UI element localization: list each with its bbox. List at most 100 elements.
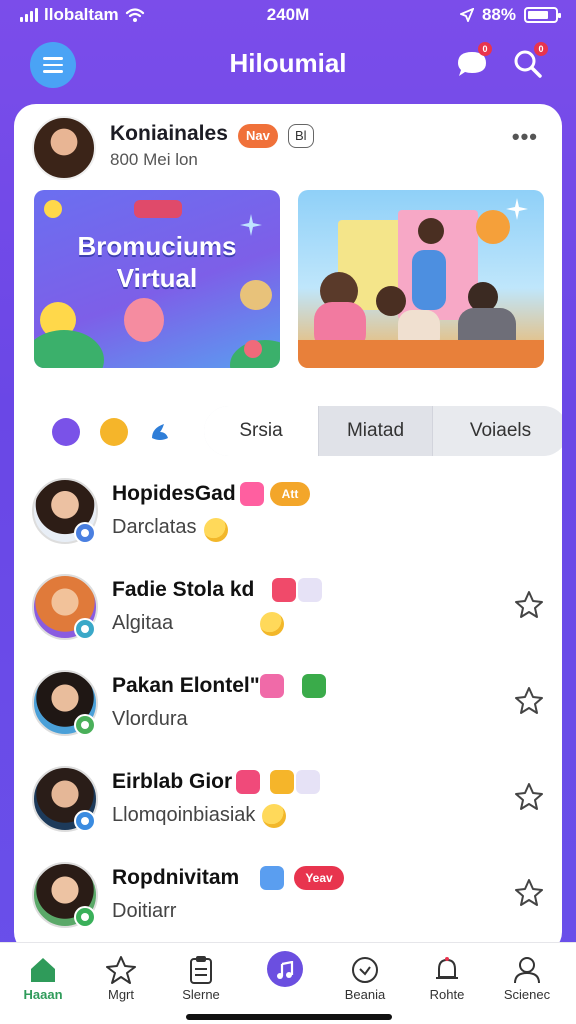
list-item-name: Pakan Elontel" [112,674,260,697]
segment-srsia[interactable]: Srsia [204,406,318,456]
cross-icon [270,770,294,794]
nav-activity[interactable]: Beania [324,949,406,1009]
status-bar: llobaltam 240M 88% [0,0,576,32]
music-note-icon [296,770,320,794]
main-card: Koniainales Nav Bl 800 Mei lon ••• Bromu… [14,104,562,954]
status-badge [74,810,96,832]
star-icon [106,956,136,984]
list-item-subtitle: Algitaa [112,612,174,634]
nav-label: Haaan [23,987,63,1002]
media-icon [272,578,296,602]
list-item-name: Eirblab Gior [112,770,233,793]
status-badge [74,906,96,928]
list-item-subtitle: Vlordura [112,708,188,730]
star-outline-icon[interactable] [512,588,546,622]
list-item-badge: Att [270,482,310,506]
segment-miatad[interactable]: Miatad [318,406,432,456]
list-item-name: Fadie Stola kd [112,578,255,601]
battery-icon [524,7,561,23]
list-item[interactable]: Eirblab Gior Llomqoinbiasiak [14,760,562,856]
nav-home[interactable]: Haaan [2,949,84,1009]
profile-tag-primary: Nav [238,124,278,148]
nav-label: Rohte [429,987,465,1002]
bell-icon [436,957,458,979]
segment-voiaels[interactable]: Voiaels [432,406,562,456]
smile-emoji-icon [260,612,284,636]
list-item-subtitle: Llomqoinbiasiak [112,804,256,826]
banner-family[interactable] [298,190,544,368]
more-options-button[interactable]: ••• [512,124,538,150]
chat-badge: 0 [478,42,492,56]
profile-avatar[interactable] [32,116,96,180]
profile-tag-secondary: Bl [288,124,314,148]
profile-subtitle: 800 Mei lon [110,150,198,169]
search-badge: 0 [534,42,548,56]
sparkle-icon [506,198,528,220]
home-indicator[interactable] [186,1014,392,1020]
list-item-name: Ropdnivitam [112,866,240,889]
battery-percent: 88% [481,5,516,24]
instagram-icon [240,482,264,506]
star-outline-icon[interactable] [512,876,546,910]
smile-emoji-icon [262,804,286,828]
clock-icon [352,957,378,983]
note-icon [302,674,326,698]
list-item-badge: Yeav [294,866,344,890]
app-header: Hiloumial 0 0 [0,36,576,92]
heart-icon [236,770,260,794]
sun-icon [44,200,62,218]
music-note-icon [298,578,322,602]
character-icon [124,298,164,342]
toy-icon [134,200,182,218]
filter-row: Srsia Miatad Voiaels [34,406,562,458]
location-icon [459,8,474,22]
profile-icon [514,957,540,984]
creature-icon [240,280,272,310]
flower-icon [244,340,262,358]
bush-icon [34,330,104,368]
star-outline-icon[interactable] [512,780,546,814]
list-item-subtitle: Doitiarr [112,900,177,922]
leaf-filter-icon[interactable] [146,418,174,446]
status-badge [74,618,96,640]
list-item-subtitle: Darclatas [112,516,197,538]
list-item-name: HopidesGad [112,482,236,505]
gift-icon [260,674,284,698]
person-illustration [376,286,406,316]
music-icon [267,951,303,987]
list-item[interactable]: HopidesGad Att Darclatas [14,472,562,568]
nav-label: Slerne [182,987,220,1002]
status-badge [74,714,96,736]
profile-name: Koniainales [110,122,228,145]
nav-music[interactable] [244,949,326,1009]
list-item[interactable]: Fadie Stola kd Algitaa [14,568,562,664]
smile-emoji-icon [204,518,228,542]
profile-row[interactable]: Koniainales Nav Bl 800 Mei lon ••• [32,116,544,182]
chat-button[interactable]: 0 [454,42,492,82]
bottom-nav: Haaan Mgrt Slerne Beania Rohte Scienec [0,942,576,1024]
chat-filter-icon[interactable] [52,418,80,446]
pencil-icon [260,866,284,890]
clipboard-icon [190,956,212,984]
status-right: 88% [459,5,561,25]
home-icon [31,958,55,982]
more-dots-icon: ••• [511,124,538,149]
ball-icon [476,210,510,244]
status-badge [74,522,96,544]
banner-virtual[interactable]: Bromuciums Virtual [34,190,280,368]
coin-filter-icon[interactable] [100,418,128,446]
nav-label: Beania [344,987,386,1002]
nav-label: Scienec [503,987,551,1002]
nav-schedule[interactable]: Slerne [160,949,242,1009]
nav-notifications[interactable]: Rohte [406,949,488,1009]
star-outline-icon[interactable] [512,684,546,718]
nav-favorites[interactable]: Mgrt [80,949,162,1009]
person-illustration [412,250,446,310]
list-item[interactable]: Pakan Elontel" Vlordura [14,664,562,760]
search-button[interactable]: 0 [510,42,548,82]
floor-illustration [298,340,544,368]
nav-label: Mgrt [108,987,134,1002]
person-illustration [418,218,444,244]
list-item[interactable]: Ropdnivitam Yeav Doitiarr [14,856,562,952]
nav-profile[interactable]: Scienec [486,949,568,1009]
